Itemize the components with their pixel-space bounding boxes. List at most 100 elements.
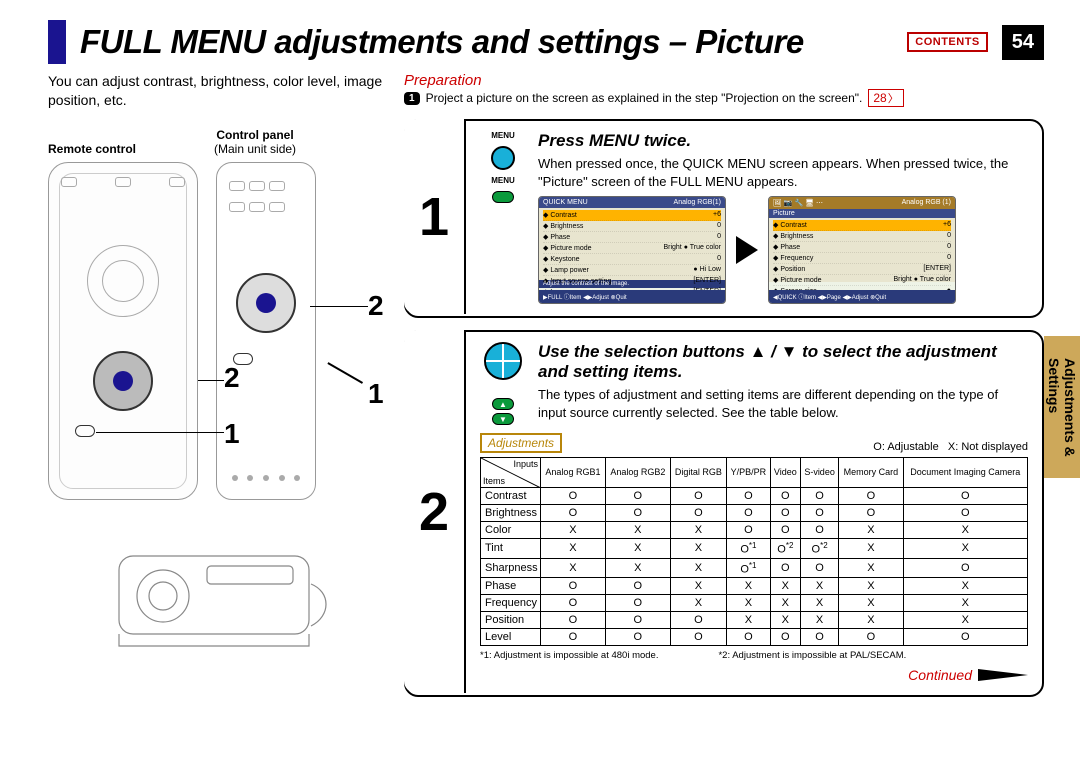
table-cell: O — [727, 629, 771, 646]
table-cell: X — [670, 539, 726, 559]
arrow-up-button-icon: ▲ — [492, 398, 514, 410]
table-cell: X — [605, 539, 670, 559]
step-2-box: 2 ▲ ▼ Use the selection buttons ▲ / — [404, 330, 1044, 697]
table-cell: X — [800, 612, 838, 629]
contents-link[interactable]: CONTENTS — [907, 32, 988, 52]
remote-control-label: Remote control — [48, 142, 200, 156]
arrow-right-icon — [736, 236, 758, 264]
menu-label-top: MENU — [491, 131, 515, 140]
table-cell: O — [727, 522, 771, 539]
control-diagrams: 2 1 2 1 — [48, 162, 390, 500]
table-row-label: Contrast — [481, 488, 541, 505]
table-cell: O — [670, 505, 726, 522]
intro-text: You can adjust contrast, brightness, col… — [48, 72, 390, 110]
table-col-header: Analog RGB2 — [605, 458, 670, 488]
table-cell: X — [605, 558, 670, 578]
table-cell: O — [541, 629, 606, 646]
table-row: ColorXXXOOOXX — [481, 522, 1028, 539]
table-cell: X — [605, 522, 670, 539]
osd-quick-menu: QUICK MENUAnalog RGB(1) ◆ Contrast+6◆ Br… — [538, 196, 726, 304]
table-cell: O — [605, 488, 670, 505]
table-cell: X — [839, 595, 903, 612]
projector-diagram — [48, 510, 390, 680]
table-cell: O*1 — [727, 539, 771, 559]
table-cell: O — [770, 488, 800, 505]
table-cell: X — [800, 595, 838, 612]
table-row: LevelOOOOOOOO — [481, 629, 1028, 646]
step-1-body: When pressed once, the QUICK MENU screen… — [538, 155, 1028, 190]
table-cell: X — [839, 522, 903, 539]
preparation-text: Project a picture on the screen as expla… — [426, 91, 863, 105]
table-footnotes: *1: Adjustment is impossible at 480i mod… — [480, 650, 1028, 661]
callout-remote-1: 1 — [224, 418, 240, 450]
table-cell: O — [541, 612, 606, 629]
table-row: SharpnessXXXO*1OOXO — [481, 558, 1028, 578]
table-legend: O: Adjustable X: Not displayed — [873, 441, 1028, 453]
footnote-2: *2: Adjustment is impossible at PAL/SECA… — [718, 650, 906, 661]
table-cell: X — [770, 595, 800, 612]
table-cell: O — [541, 595, 606, 612]
table-row-label: Phase — [481, 578, 541, 595]
table-cell: O — [727, 488, 771, 505]
table-row-label: Level — [481, 629, 541, 646]
section-tab-label: Adjustments & Settings — [1046, 358, 1078, 457]
page-title: FULL MENU adjustments and settings – Pic… — [80, 23, 893, 61]
table-cell: O — [800, 629, 838, 646]
callout-panel-2: 2 — [368, 290, 384, 322]
table-cell: X — [541, 558, 606, 578]
table-cell: O*2 — [770, 539, 800, 559]
table-cell: O — [605, 629, 670, 646]
table-cell: X — [839, 539, 903, 559]
table-row: PositionOOOXXXXX — [481, 612, 1028, 629]
table-cell: X — [670, 522, 726, 539]
title-bar: FULL MENU adjustments and settings – Pic… — [48, 20, 1044, 64]
table-cell: O — [541, 505, 606, 522]
menu-button-pill-icon — [492, 191, 514, 203]
step-2-number: 2 — [404, 330, 466, 693]
table-cell: X — [800, 578, 838, 595]
adjustments-table: Items Inputs Analog RGB1Analog RGB2Digit… — [480, 457, 1028, 646]
control-panel-label: Control panel — [214, 128, 296, 142]
table-row: FrequencyOOXXXXXX — [481, 595, 1028, 612]
table-cell: O — [800, 488, 838, 505]
table-cell: X — [903, 539, 1027, 559]
continued-arrow-icon — [978, 669, 1028, 681]
table-row-label: Color — [481, 522, 541, 539]
table-cell: O — [605, 578, 670, 595]
osd-full-menu-picture: 🖼 📷 🔧 🖥 ⋯Analog RGB (1) Picture ◆ Contra… — [768, 196, 956, 304]
table-col-header: S-video — [800, 458, 838, 488]
step-1-title: Press MENU twice. — [538, 131, 1028, 151]
table-cell: O — [670, 629, 726, 646]
table-cell: O — [839, 488, 903, 505]
table-cell: X — [903, 612, 1027, 629]
remote-control-diagram — [48, 162, 198, 500]
table-cell: X — [770, 578, 800, 595]
table-cell: O — [670, 488, 726, 505]
table-cell: O — [903, 488, 1027, 505]
table-cell: X — [727, 612, 771, 629]
table-cell: O — [541, 488, 606, 505]
preparation-block: Preparation 1 Project a picture on the s… — [404, 72, 1044, 107]
table-cell: O — [770, 522, 800, 539]
table-cell: O — [839, 505, 903, 522]
table-cell: O — [541, 578, 606, 595]
table-cell: O — [770, 505, 800, 522]
right-column: Preparation 1 Project a picture on the s… — [404, 72, 1044, 697]
table-cell: X — [670, 578, 726, 595]
table-row-label: Position — [481, 612, 541, 629]
section-tab: Adjustments & Settings — [1044, 336, 1080, 478]
table-col-header: Digital RGB — [670, 458, 726, 488]
table-cell: X — [670, 558, 726, 578]
table-cell: X — [903, 522, 1027, 539]
table-cell: O — [605, 505, 670, 522]
table-cell: X — [670, 595, 726, 612]
table-cell: O — [800, 558, 838, 578]
panel-dpad-icon — [236, 273, 296, 333]
table-cell: X — [839, 578, 903, 595]
page-reference-link[interactable]: 28 — [868, 89, 903, 107]
table-cell: O*2 — [800, 539, 838, 559]
callout-panel-1: 1 — [368, 378, 384, 410]
table-cell: O*1 — [727, 558, 771, 578]
left-column: You can adjust contrast, brightness, col… — [48, 72, 390, 697]
table-cell: X — [541, 522, 606, 539]
